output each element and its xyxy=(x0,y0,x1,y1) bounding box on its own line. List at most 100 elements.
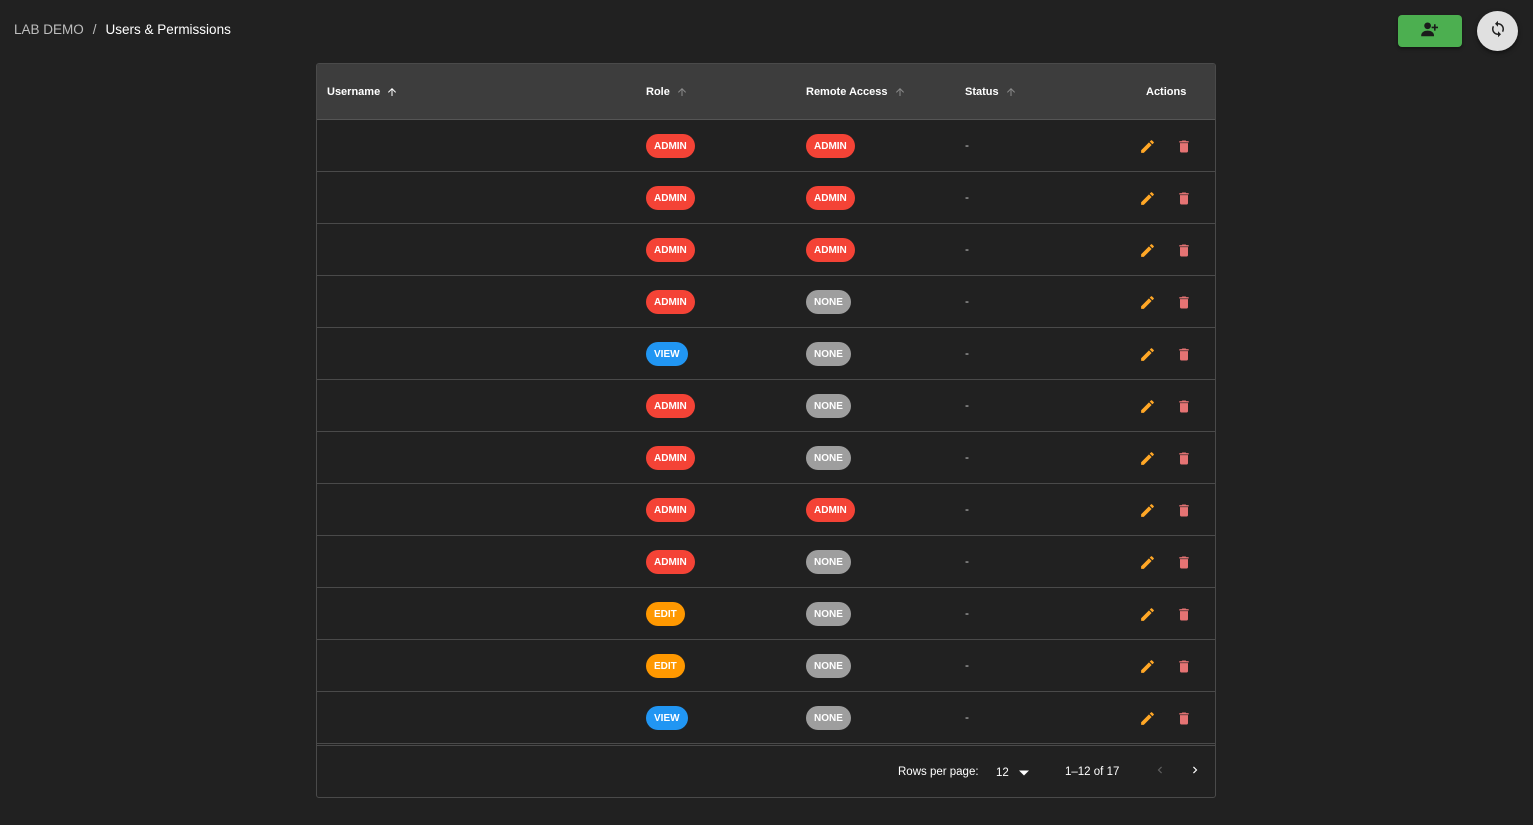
column-header-label: Status xyxy=(965,86,999,98)
breadcrumb: LAB DEMO / Users & Permissions xyxy=(14,22,231,37)
table-body: ADMIN ADMIN - ADMIN ADMIN - ADMIN ADMIN - ADMIN NO… xyxy=(317,120,1215,744)
delete-icon[interactable] xyxy=(1173,551,1195,573)
remote-access-badge: NONE xyxy=(806,706,851,730)
edit-icon[interactable] xyxy=(1136,707,1158,729)
edit-icon[interactable] xyxy=(1136,239,1158,261)
status-cell: - xyxy=(965,658,969,672)
chevron-right-icon xyxy=(1188,763,1202,782)
refresh-icon xyxy=(1489,20,1507,43)
delete-icon[interactable] xyxy=(1173,603,1195,625)
status-cell: - xyxy=(965,606,969,620)
edit-icon[interactable] xyxy=(1136,343,1158,365)
remote-access-badge: ADMIN xyxy=(806,186,855,210)
delete-icon[interactable] xyxy=(1173,135,1195,157)
person-add-icon xyxy=(1420,21,1440,42)
role-badge: ADMIN xyxy=(646,550,695,574)
sort-arrow-icon[interactable] xyxy=(894,86,906,98)
sort-arrow-icon[interactable] xyxy=(1005,86,1017,98)
table-row: ADMIN ADMIN - xyxy=(317,172,1215,224)
edit-icon[interactable] xyxy=(1136,291,1158,313)
remote-access-badge: ADMIN xyxy=(806,134,855,158)
table-header: Username Role Remote Access Status Actio… xyxy=(317,64,1215,120)
role-badge: VIEW xyxy=(646,706,688,730)
delete-icon[interactable] xyxy=(1173,707,1195,729)
remote-access-badge: ADMIN xyxy=(806,498,855,522)
role-badge: ADMIN xyxy=(646,186,695,210)
table-row: ADMIN ADMIN - xyxy=(317,484,1215,536)
rows-per-page-label: Rows per page: xyxy=(898,766,979,778)
column-header-username[interactable]: Username xyxy=(327,64,398,120)
table-pagination: Rows per page: 12 1–12 of 17 xyxy=(317,745,1215,797)
table-row: VIEW NONE - xyxy=(317,692,1215,744)
delete-icon[interactable] xyxy=(1173,239,1195,261)
edit-icon[interactable] xyxy=(1136,655,1158,677)
edit-icon[interactable] xyxy=(1136,135,1158,157)
delete-icon[interactable] xyxy=(1173,187,1195,209)
previous-page-button[interactable] xyxy=(1149,761,1171,783)
sort-arrow-icon[interactable] xyxy=(386,86,398,98)
column-header-actions: Actions xyxy=(1146,64,1186,120)
status-cell: - xyxy=(965,450,969,464)
chevron-left-icon xyxy=(1153,763,1167,782)
status-cell: - xyxy=(965,294,969,308)
delete-icon[interactable] xyxy=(1173,655,1195,677)
role-badge: ADMIN xyxy=(646,134,695,158)
role-badge: ADMIN xyxy=(646,394,695,418)
edit-icon[interactable] xyxy=(1136,603,1158,625)
role-badge: ADMIN xyxy=(646,238,695,262)
role-badge: ADMIN xyxy=(646,290,695,314)
dropdown-caret-icon xyxy=(1018,770,1029,776)
column-header-role[interactable]: Role xyxy=(646,64,688,120)
status-cell: - xyxy=(965,502,969,516)
delete-icon[interactable] xyxy=(1173,291,1195,313)
status-cell: - xyxy=(965,242,969,256)
table-row: ADMIN ADMIN - xyxy=(317,120,1215,172)
table-row: ADMIN ADMIN - xyxy=(317,224,1215,276)
remote-access-badge: NONE xyxy=(806,290,851,314)
table-row: EDIT NONE - xyxy=(317,588,1215,640)
breadcrumb-root[interactable]: LAB DEMO xyxy=(14,22,84,37)
breadcrumb-separator: / xyxy=(92,22,97,37)
delete-icon[interactable] xyxy=(1173,343,1195,365)
role-badge: EDIT xyxy=(646,602,685,626)
column-header-remote-access[interactable]: Remote Access xyxy=(806,64,906,120)
add-user-button[interactable] xyxy=(1398,15,1462,47)
breadcrumb-current: Users & Permissions xyxy=(105,22,231,37)
table-row: ADMIN NONE - xyxy=(317,380,1215,432)
role-badge: VIEW xyxy=(646,342,688,366)
refresh-button[interactable] xyxy=(1477,11,1518,51)
top-bar: LAB DEMO / Users & Permissions xyxy=(0,0,1533,62)
status-cell: - xyxy=(965,398,969,412)
delete-icon[interactable] xyxy=(1173,395,1195,417)
next-page-button[interactable] xyxy=(1184,761,1206,783)
column-header-label: Actions xyxy=(1146,86,1187,98)
rows-per-page-value: 12 xyxy=(996,767,1009,779)
table-row: ADMIN NONE - xyxy=(317,276,1215,328)
edit-icon[interactable] xyxy=(1136,395,1158,417)
table-row: ADMIN NONE - xyxy=(317,432,1215,484)
status-cell: - xyxy=(965,710,969,724)
role-badge: ADMIN xyxy=(646,498,695,522)
status-cell: - xyxy=(965,190,969,204)
edit-icon[interactable] xyxy=(1136,551,1158,573)
edit-icon[interactable] xyxy=(1136,187,1158,209)
pagination-range: 1–12 of 17 xyxy=(1065,766,1120,778)
status-cell: - xyxy=(965,346,969,360)
remote-access-badge: NONE xyxy=(806,654,851,678)
table-row: ADMIN NONE - xyxy=(317,536,1215,588)
edit-icon[interactable] xyxy=(1136,499,1158,521)
edit-icon[interactable] xyxy=(1136,447,1158,469)
table-row: VIEW NONE - xyxy=(317,328,1215,380)
status-cell: - xyxy=(965,554,969,568)
role-badge: EDIT xyxy=(646,654,685,678)
table-row: EDIT NONE - xyxy=(317,640,1215,692)
delete-icon[interactable] xyxy=(1173,447,1195,469)
column-header-label: Role xyxy=(646,86,670,98)
rows-per-page-select[interactable]: 12 xyxy=(996,764,1036,782)
delete-icon[interactable] xyxy=(1173,499,1195,521)
role-badge: ADMIN xyxy=(646,446,695,470)
sort-arrow-icon[interactable] xyxy=(676,86,688,98)
column-header-status[interactable]: Status xyxy=(965,64,1017,120)
status-cell: - xyxy=(965,138,969,152)
remote-access-badge: NONE xyxy=(806,342,851,366)
